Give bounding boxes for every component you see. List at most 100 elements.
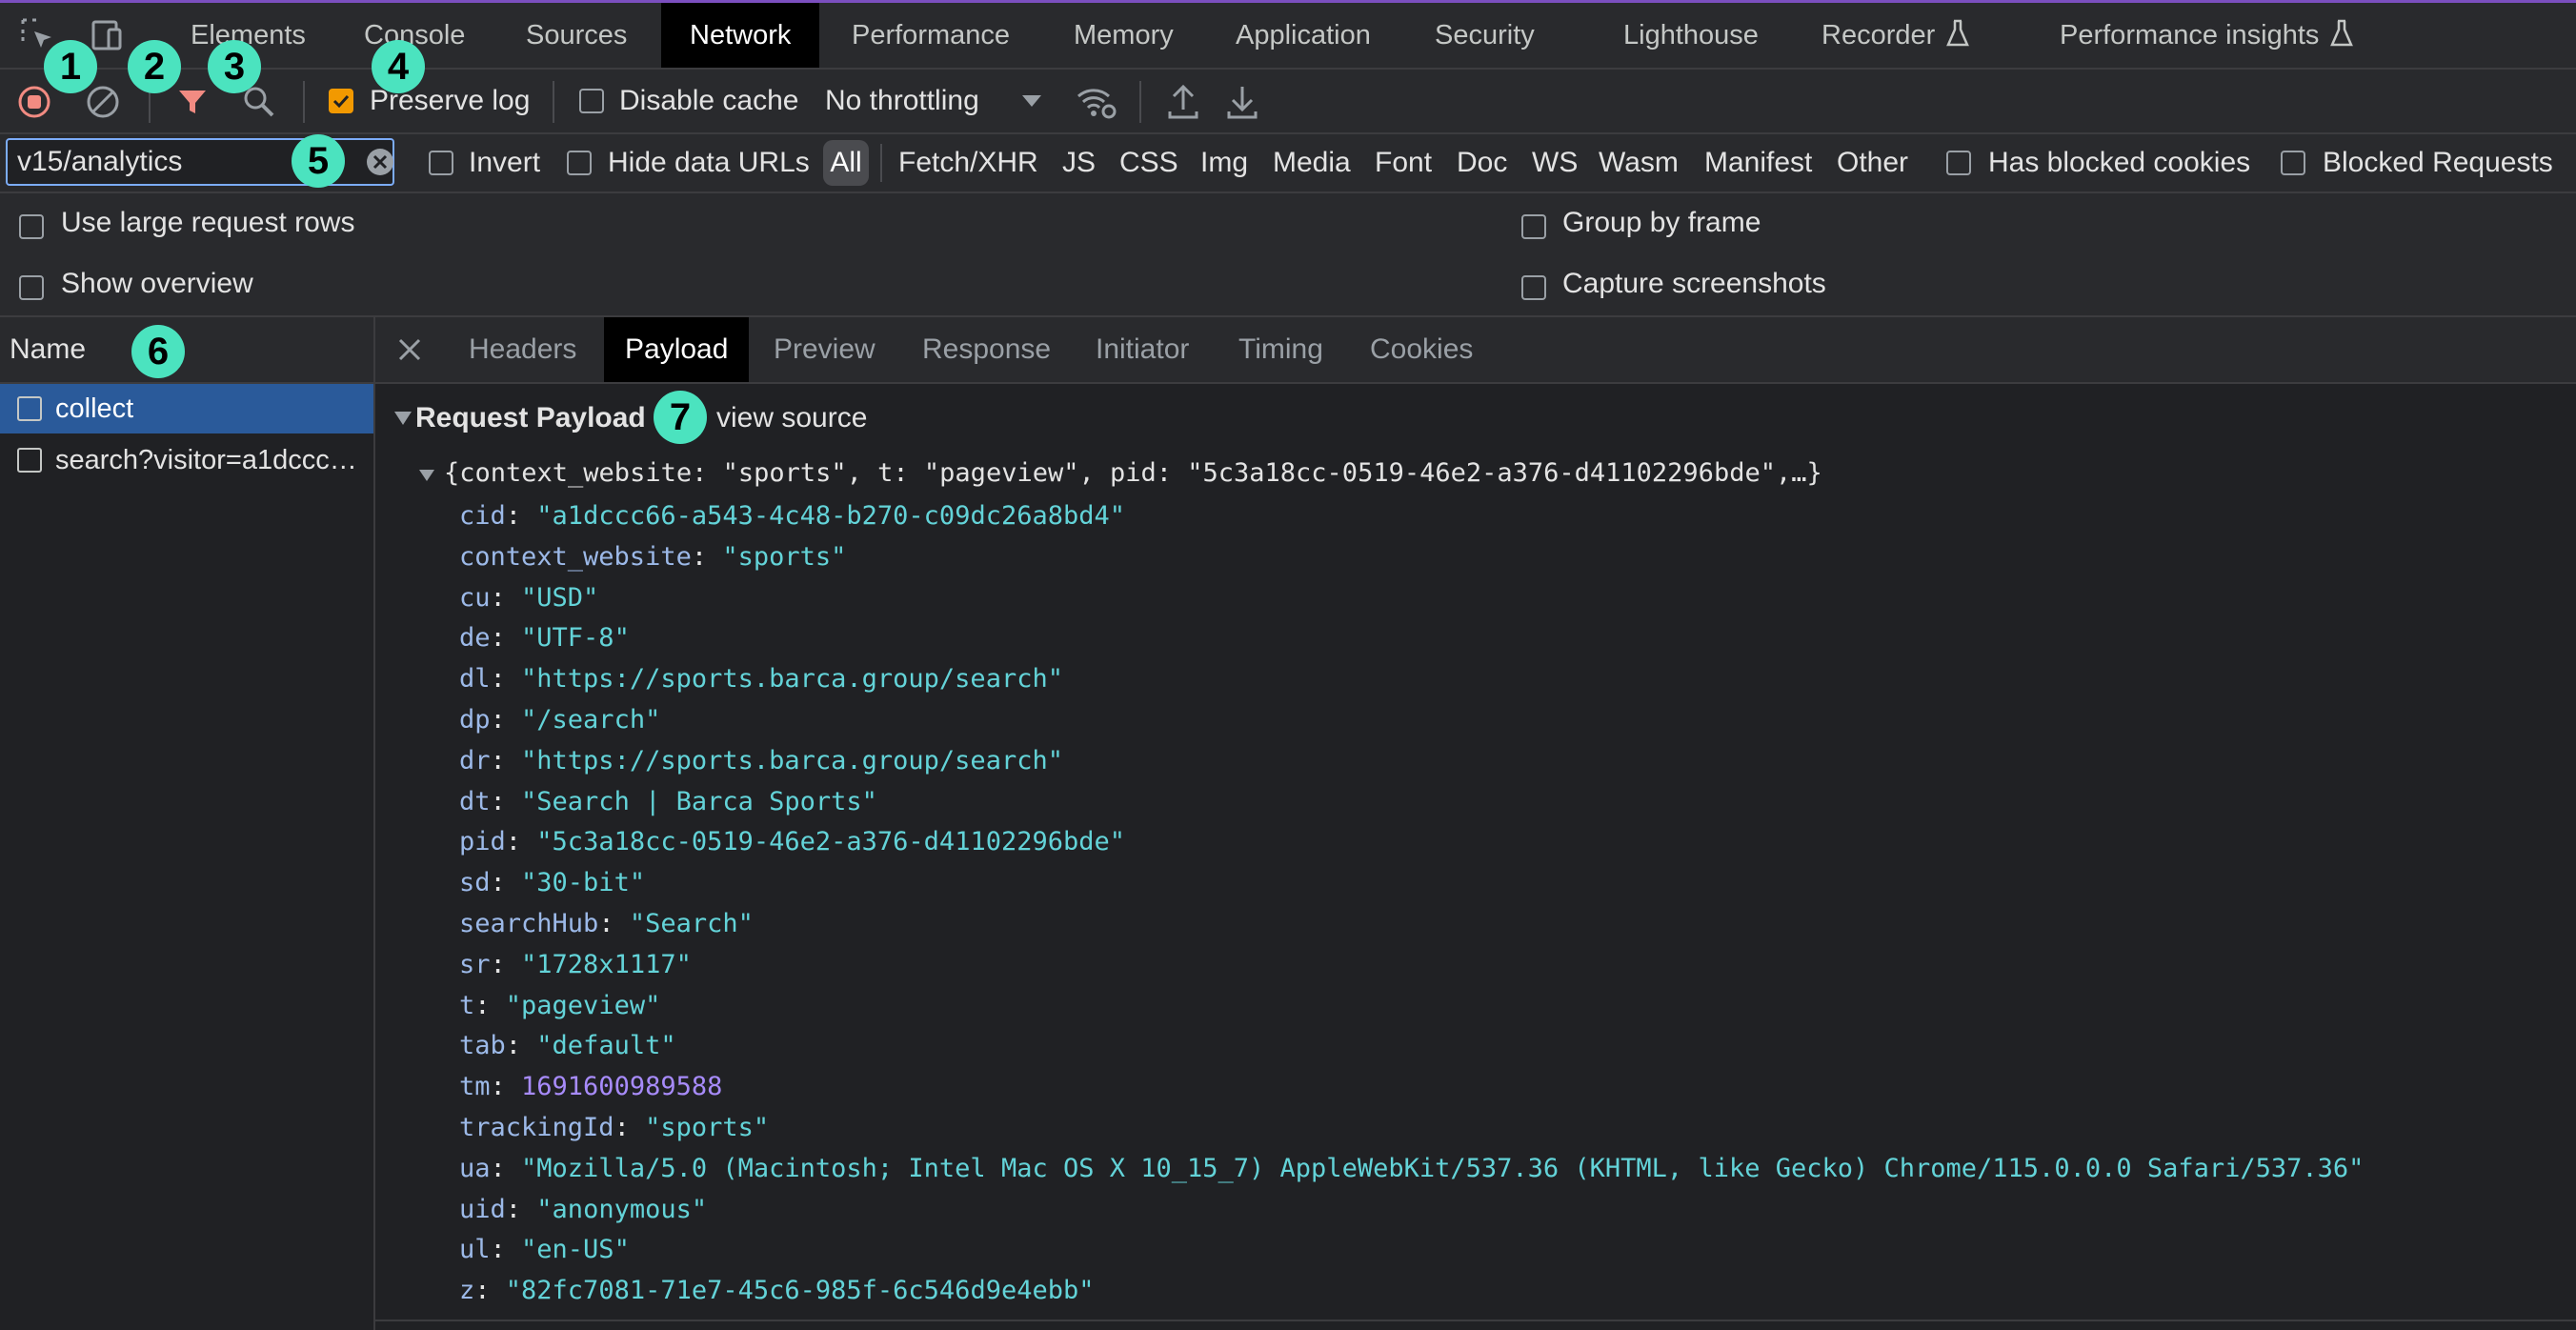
tab-payload[interactable]: Payload: [604, 317, 750, 382]
payload-property[interactable]: de: "UTF-8": [459, 618, 2364, 659]
type-filter-all[interactable]: All: [823, 140, 869, 186]
payload-property[interactable]: cu: "USD": [459, 578, 2364, 619]
record-stop-icon[interactable]: [17, 85, 51, 124]
payload-separator: :: [691, 541, 723, 572]
group-by-frame-checkbox[interactable]: [1521, 214, 1546, 239]
tab-headers[interactable]: Headers: [469, 317, 576, 382]
device-toolbar-icon[interactable]: [88, 16, 126, 54]
large-rows-checkbox[interactable]: [19, 214, 44, 239]
name-column-header[interactable]: Name: [0, 317, 373, 384]
type-filter-media[interactable]: Media: [1273, 134, 1351, 191]
tab-network[interactable]: Network: [661, 3, 820, 68]
type-filter-css[interactable]: CSS: [1119, 134, 1178, 191]
large-rows-label[interactable]: Use large request rows: [61, 207, 354, 239]
type-filter-js[interactable]: JS: [1062, 134, 1096, 191]
payload-separator: :: [490, 868, 522, 898]
clear-filter-icon[interactable]: [364, 146, 396, 183]
clear-icon[interactable]: [86, 85, 120, 124]
show-overview-checkbox[interactable]: [19, 275, 44, 300]
payload-property[interactable]: tab: "default": [459, 1026, 2364, 1067]
network-conditions-icon[interactable]: [1075, 83, 1117, 126]
payload-key: de: [459, 623, 491, 654]
request-row[interactable]: search?visitor=a1dccc66-a543-4c48-b270-c…: [0, 435, 373, 485]
blocked-requests-checkbox[interactable]: [2281, 151, 2305, 175]
tab-performance[interactable]: Performance: [852, 3, 1010, 68]
payload-key: dp: [459, 704, 491, 735]
type-filter-wasm[interactable]: Wasm: [1599, 134, 1679, 191]
blocked-requests-label[interactable]: Blocked Requests: [2323, 134, 2553, 191]
type-filter-fetch-xhr[interactable]: Fetch/XHR: [898, 134, 1038, 191]
payload-property[interactable]: searchHub: "Search": [459, 904, 2364, 945]
type-filter-ws[interactable]: WS: [1532, 134, 1578, 191]
tab-cookies[interactable]: Cookies: [1370, 317, 1473, 382]
payload-property[interactable]: dr: "https://sports.barca.group/search": [459, 741, 2364, 782]
payload-property[interactable]: dl: "https://sports.barca.group/search": [459, 659, 2364, 700]
export-har-icon[interactable]: [1225, 83, 1259, 126]
throttling-select[interactable]: No throttling: [825, 70, 979, 132]
preserve-log-checkbox[interactable]: [329, 89, 353, 113]
payload-property[interactable]: dt: "Search | Barca Sports": [459, 782, 2364, 823]
payload-property[interactable]: tm: 1691600989588: [459, 1067, 2364, 1108]
payload-value: "Mozilla/5.0 (Macintosh; Intel Mac OS X …: [521, 1153, 2365, 1183]
tab-response[interactable]: Response: [922, 317, 1051, 382]
group-by-frame-label[interactable]: Group by frame: [1562, 207, 1761, 239]
import-har-icon[interactable]: [1166, 83, 1200, 126]
has-blocked-cookies-checkbox[interactable]: [1946, 151, 1971, 175]
payload-key: cu: [459, 582, 491, 613]
payload-object-summary[interactable]: {context_website: "sports", t: "pageview…: [419, 454, 1822, 493]
invert-label[interactable]: Invert: [469, 134, 540, 191]
tab-sources[interactable]: Sources: [526, 3, 627, 68]
payload-key: t: [459, 990, 475, 1020]
payload-property[interactable]: dp: "/search": [459, 700, 2364, 741]
tab-initiator[interactable]: Initiator: [1096, 317, 1189, 382]
experimental-flask-icon: [1946, 19, 1970, 47]
tab-performance-insights[interactable]: Performance insights: [2060, 3, 2354, 68]
payload-key: cid: [459, 501, 506, 531]
disable-cache-checkbox[interactable]: [579, 89, 604, 113]
filter-icon[interactable]: [177, 87, 208, 122]
type-filter-doc[interactable]: Doc: [1457, 134, 1507, 191]
network-settings-pane: Use large request rows Show overview Gro…: [0, 193, 2576, 317]
payload-value: "default": [536, 1031, 676, 1061]
payload-property[interactable]: trackingId: "sports": [459, 1108, 2364, 1149]
tab-application[interactable]: Application: [1236, 3, 1371, 68]
payload-separator: :: [490, 664, 522, 695]
tab-lighthouse[interactable]: Lighthouse: [1623, 3, 1759, 68]
type-filter-manifest[interactable]: Manifest: [1704, 134, 1812, 191]
payload-property[interactable]: sd: "30-bit": [459, 863, 2364, 904]
tab-memory[interactable]: Memory: [1074, 3, 1174, 68]
tab-timing[interactable]: Timing: [1238, 317, 1323, 382]
payload-property[interactable]: t: "pageview": [459, 986, 2364, 1027]
show-overview-label[interactable]: Show overview: [61, 268, 253, 300]
type-filter-font[interactable]: Font: [1375, 134, 1432, 191]
close-icon[interactable]: [396, 336, 423, 368]
payload-property[interactable]: sr: "1728x1117": [459, 945, 2364, 986]
view-source-link[interactable]: view source: [716, 397, 867, 439]
type-filter-other[interactable]: Other: [1837, 134, 1908, 191]
search-icon[interactable]: [242, 85, 276, 124]
payload-property[interactable]: context_website: "sports": [459, 537, 2364, 578]
has-blocked-cookies-label[interactable]: Has blocked cookies: [1988, 134, 2250, 191]
payload-property[interactable]: cid: "a1dccc66-a543-4c48-b270-c09dc26a8b…: [459, 496, 2364, 537]
tab-recorder[interactable]: Recorder: [1821, 3, 1970, 68]
type-filter-img[interactable]: Img: [1200, 134, 1248, 191]
request-row[interactable]: collect: [0, 384, 373, 433]
payload-property[interactable]: ua: "Mozilla/5.0 (Macintosh; Intel Mac O…: [459, 1149, 2364, 1190]
payload-property[interactable]: uid: "anonymous": [459, 1190, 2364, 1231]
payload-property[interactable]: ul: "en-US": [459, 1230, 2364, 1271]
invert-checkbox[interactable]: [429, 151, 453, 175]
request-payload-header[interactable]: Request Payload: [394, 397, 646, 439]
tab-preview[interactable]: Preview: [774, 317, 875, 382]
capture-screenshots-checkbox[interactable]: [1521, 275, 1546, 300]
payload-separator: :: [505, 1031, 537, 1061]
payload-property[interactable]: pid: "5c3a18cc-0519-46e2-a376-d41102296b…: [459, 822, 2364, 863]
payload-property[interactable]: z: "82fc7081-71e7-45c6-985f-6c546d9e4ebb…: [459, 1271, 2364, 1312]
capture-screenshots-label[interactable]: Capture screenshots: [1562, 268, 1826, 300]
payload-key: tab: [459, 1031, 506, 1061]
annotation-badge: 2: [128, 40, 181, 93]
hide-data-urls-checkbox[interactable]: [567, 151, 592, 175]
disable-cache-label[interactable]: Disable cache: [619, 70, 798, 132]
chevron-down-icon[interactable]: [1021, 94, 1042, 112]
tab-security[interactable]: Security: [1435, 3, 1535, 68]
hide-data-urls-label[interactable]: Hide data URLs: [608, 134, 810, 191]
